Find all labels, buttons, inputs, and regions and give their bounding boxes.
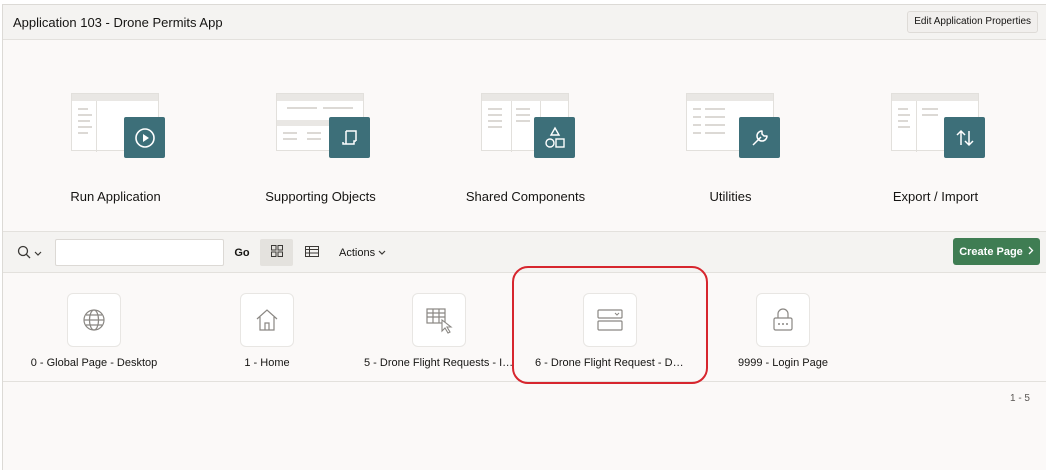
scroll-icon (329, 117, 370, 158)
page-label: 5 - Drone Flight Requests - Inter… (364, 357, 514, 369)
tile-export-import[interactable]: Export / Import (833, 41, 1038, 230)
tile-label: Supporting Objects (265, 189, 376, 204)
page-card-global-page[interactable]: 0 - Global Page - Desktop (19, 290, 169, 376)
page-title: Application 103 - Drone Permits App (13, 15, 223, 30)
create-page-button[interactable]: Create Page (953, 238, 1040, 265)
play-icon (124, 117, 165, 158)
shared-components-illustration (481, 93, 575, 163)
edit-application-properties-button[interactable]: Edit Application Properties (907, 11, 1038, 33)
chevron-down-icon (34, 246, 42, 260)
actions-menu-button[interactable]: Actions (339, 242, 386, 264)
tile-utilities[interactable]: Utilities (628, 41, 833, 230)
lower-area (3, 383, 1046, 470)
search-column-toggle[interactable] (17, 244, 47, 262)
icon-view-button[interactable] (260, 239, 293, 266)
globe-icon (67, 293, 121, 347)
lock-icon (756, 293, 810, 347)
report-view-button[interactable] (295, 239, 328, 266)
grid-view-icon (270, 245, 283, 260)
highlight-annotation (512, 266, 708, 384)
supporting-objects-illustration (276, 93, 370, 163)
page-label: 9999 - Login Page (738, 357, 828, 369)
shapes-icon (534, 117, 575, 158)
page-card-drone-flight-requests[interactable]: 5 - Drone Flight Requests - Inter… (364, 290, 514, 376)
tile-label: Shared Components (465, 189, 586, 204)
grid-cursor-icon (412, 293, 466, 347)
chevron-right-icon (1028, 246, 1034, 258)
pagination-info: 1 - 5 (1009, 393, 1030, 404)
search-input[interactable] (55, 239, 224, 266)
arrows-up-down-icon (944, 117, 985, 158)
tile-shared-components[interactable]: Shared Components (423, 41, 628, 230)
app-home-frame: Application 103 - Drone Permits App Edit… (2, 4, 1046, 470)
utilities-illustration (686, 93, 780, 163)
chevron-down-icon (378, 242, 386, 264)
page-label: 0 - Global Page - Desktop (30, 357, 158, 369)
tile-label: Export / Import (892, 189, 979, 204)
tile-supporting-objects[interactable]: Supporting Objects (218, 41, 423, 230)
page-card-home[interactable]: 1 - Home (192, 290, 342, 376)
home-icon (240, 293, 294, 347)
search-icon (17, 245, 31, 262)
page-card-login-page[interactable]: 9999 - Login Page (708, 290, 858, 376)
wrench-icon (739, 117, 780, 158)
run-application-illustration (71, 93, 165, 163)
export-import-illustration (891, 93, 985, 163)
tile-label: Utilities (709, 189, 752, 204)
tile-label: Run Application (70, 189, 161, 204)
app-header: Application 103 - Drone Permits App Edit… (3, 5, 1046, 40)
app-tiles: Run Application Supporting Objects Share… (3, 41, 1046, 230)
create-page-label: Create Page (959, 245, 1023, 258)
go-button[interactable]: Go (229, 242, 255, 264)
page-label: 1 - Home (244, 357, 290, 369)
actions-label: Actions (339, 247, 376, 259)
table-view-icon (304, 245, 319, 260)
tile-run-application[interactable]: Run Application (13, 41, 218, 230)
